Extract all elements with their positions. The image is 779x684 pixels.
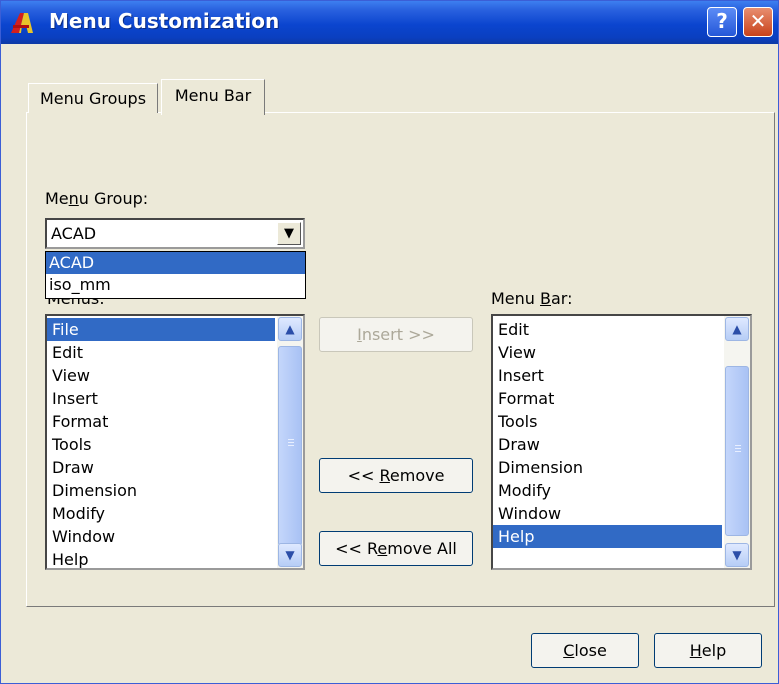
insert-button[interactable]: Insert >>	[319, 317, 473, 352]
menus-scrollbar[interactable]: ▲ ▼	[277, 316, 303, 568]
title-bar[interactable]: Menu Customization ? ✕	[1, 1, 778, 44]
menu-group-combobox[interactable]: ACAD ▼	[45, 218, 305, 249]
menu-bar-label: Menu Bar:	[491, 289, 573, 308]
tab-menu-bar[interactable]: Menu Bar	[161, 79, 265, 115]
tab-menu-groups[interactable]: Menu Groups	[28, 83, 158, 113]
list-item[interactable]: Edit	[493, 318, 722, 341]
help-button[interactable]: Help	[654, 633, 762, 668]
list-item[interactable]: Insert	[493, 364, 722, 387]
list-item[interactable]: Draw	[47, 456, 275, 479]
menus-items: File Edit View Insert Format Tools Draw Dimensi…	[47, 318, 275, 568]
close-title-button[interactable]: ✕	[743, 7, 773, 37]
menu-group-value: ACAD	[51, 224, 97, 243]
scroll-up-icon[interactable]: ▲	[278, 317, 302, 341]
list-item[interactable]: Insert	[47, 387, 275, 410]
help-title-button[interactable]: ?	[707, 7, 737, 37]
list-item[interactable]: Help	[47, 548, 275, 568]
list-item[interactable]: Dimension	[47, 479, 275, 502]
remove-button[interactable]: << Remove	[319, 458, 473, 493]
scroll-thumb[interactable]	[278, 346, 302, 546]
list-item[interactable]: Tools	[47, 433, 275, 456]
close-button[interactable]: Close	[531, 633, 639, 668]
list-item[interactable]: Tools	[493, 410, 722, 433]
list-item[interactable]: Help	[493, 525, 722, 548]
menu-group-label: Menu Group:	[45, 189, 149, 208]
list-item[interactable]: Window	[493, 502, 722, 525]
dropdown-option[interactable]: ACAD	[46, 252, 305, 274]
scroll-down-icon[interactable]: ▼	[725, 543, 749, 567]
list-item[interactable]: Window	[47, 525, 275, 548]
dropdown-option[interactable]: iso_mm	[46, 274, 305, 296]
list-item[interactable]: View	[47, 364, 275, 387]
scroll-down-icon[interactable]: ▼	[278, 543, 302, 567]
menu-bar-scrollbar[interactable]: ▲ ▼	[724, 316, 750, 568]
autocad-app-icon	[11, 13, 33, 33]
menu-bar-items: Edit View Insert Format Tools Draw Dimension Mo…	[493, 318, 722, 548]
window-title: Menu Customization	[49, 9, 280, 33]
menu-bar-listbox[interactable]: Edit View Insert Format Tools Draw Dimension Mo…	[491, 314, 752, 570]
menu-group-dropdown-list: ACAD iso_mm	[45, 251, 306, 299]
menu-customization-dialog: Menu Customization ? ✕ Menu Groups Menu …	[0, 0, 779, 684]
scroll-up-icon[interactable]: ▲	[725, 317, 749, 341]
scroll-thumb[interactable]	[725, 366, 749, 536]
list-item[interactable]: Modify	[47, 502, 275, 525]
remove-all-button[interactable]: << Remove All	[319, 531, 473, 566]
list-item[interactable]: Format	[47, 410, 275, 433]
list-item[interactable]: Draw	[493, 433, 722, 456]
list-item[interactable]: Modify	[493, 479, 722, 502]
menus-listbox[interactable]: File Edit View Insert Format Tools Draw Dimensi…	[45, 314, 305, 570]
list-item[interactable]: Edit	[47, 341, 275, 364]
list-item[interactable]: View	[493, 341, 722, 364]
dropdown-arrow-icon[interactable]: ▼	[277, 222, 301, 245]
list-item[interactable]: Format	[493, 387, 722, 410]
list-item[interactable]: File	[47, 318, 275, 341]
list-item[interactable]: Dimension	[493, 456, 722, 479]
